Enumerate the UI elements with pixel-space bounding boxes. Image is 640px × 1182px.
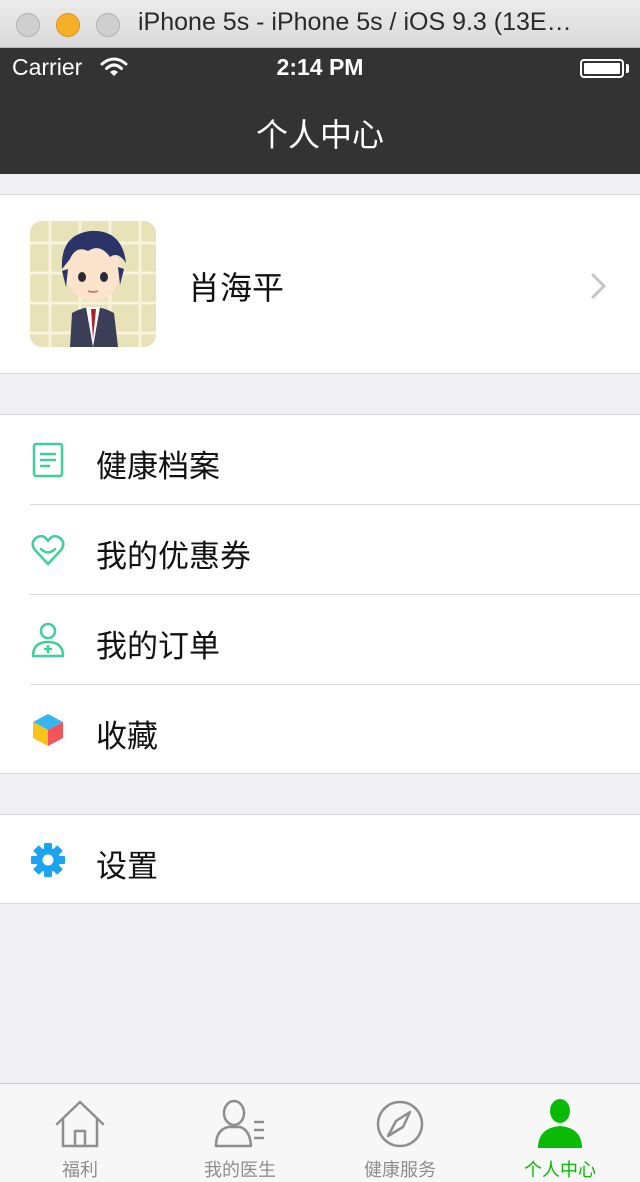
window-close-button[interactable] xyxy=(16,13,40,37)
window-zoom-button[interactable] xyxy=(96,13,120,37)
tab-label: 健康服务 xyxy=(364,1160,436,1181)
menu-item-favorites[interactable]: 收藏 xyxy=(0,685,640,775)
cube-favorite-icon xyxy=(33,714,63,746)
person-icon xyxy=(538,1099,582,1148)
compass-icon xyxy=(376,1100,424,1148)
gear-icon xyxy=(31,843,65,877)
menu-item-settings[interactable]: 设置 xyxy=(0,815,640,905)
status-bar: Carrier 2:14 PM xyxy=(0,48,640,88)
home-icon xyxy=(55,1100,105,1148)
tab-health-service[interactable]: 健康服务 xyxy=(320,1084,480,1182)
settings-group: 设置 xyxy=(0,814,640,904)
tab-label: 福利 xyxy=(62,1160,98,1181)
battery-tip xyxy=(626,64,629,73)
page-title: 个人中心 xyxy=(255,116,384,154)
tab-label: 个人中心 xyxy=(524,1160,596,1181)
health-record-icon xyxy=(32,442,64,478)
doctor-icon xyxy=(214,1099,264,1148)
menu-item-health-record[interactable]: 健康档案 xyxy=(0,415,640,505)
menu-item-label: 我的优惠券 xyxy=(96,539,251,575)
battery-icon xyxy=(580,59,624,78)
chevron-right-icon xyxy=(591,273,606,299)
menu-item-coupons[interactable]: 我的优惠券 xyxy=(0,505,640,595)
simulator-title-bar: iPhone 5s - iPhone 5s / iOS 9.3 (13E… xyxy=(0,0,640,48)
heart-coupon-icon xyxy=(31,534,65,566)
tab-my-doctor[interactable]: 我的医生 xyxy=(160,1084,320,1182)
tab-personal-center[interactable]: 个人中心 xyxy=(480,1084,640,1182)
menu-group: 健康档案 我的优惠券 我的订单 收藏 xyxy=(0,414,640,774)
tab-label: 我的医生 xyxy=(204,1160,276,1181)
user-name: 肖海平 xyxy=(188,269,285,307)
menu-item-label: 我的订单 xyxy=(96,629,220,665)
menu-item-label: 收藏 xyxy=(96,719,158,755)
profile-row[interactable]: 肖海平 xyxy=(0,194,640,374)
window-title: iPhone 5s - iPhone 5s / iOS 9.3 (13E… xyxy=(138,8,572,36)
menu-item-label: 设置 xyxy=(96,849,158,885)
tab-welfare[interactable]: 福利 xyxy=(0,1084,160,1182)
menu-item-orders[interactable]: 我的订单 xyxy=(0,595,640,685)
nurse-order-icon xyxy=(31,622,65,658)
menu-item-label: 健康档案 xyxy=(96,449,220,485)
avatar xyxy=(30,221,156,347)
status-time: 2:14 PM xyxy=(276,54,364,80)
navigation-bar: 个人中心 xyxy=(0,88,640,174)
tab-bar: 福利 我的医生 健康服务 个人中心 xyxy=(0,1083,640,1182)
window-minimize-button[interactable] xyxy=(56,13,80,37)
